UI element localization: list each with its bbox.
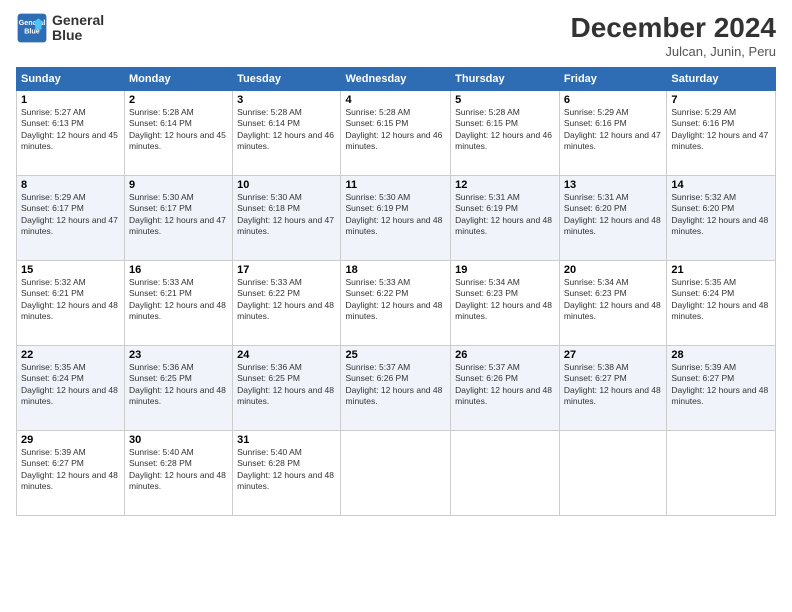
day-26: 26 Sunrise: 5:37 AMSunset: 6:26 PMDaylig… xyxy=(451,346,560,431)
col-wednesday: Wednesday xyxy=(341,68,451,91)
logo-line2: Blue xyxy=(52,28,104,43)
day-24: 24 Sunrise: 5:36 AMSunset: 6:25 PMDaylig… xyxy=(233,346,341,431)
calendar: Sunday Monday Tuesday Wednesday Thursday… xyxy=(16,67,776,516)
day-20: 20 Sunrise: 5:34 AMSunset: 6:23 PMDaylig… xyxy=(559,261,666,346)
col-saturday: Saturday xyxy=(667,68,776,91)
day-9: 9 Sunrise: 5:30 AMSunset: 6:17 PMDayligh… xyxy=(125,176,233,261)
week-row-1: 1 Sunrise: 5:27 AMSunset: 6:13 PMDayligh… xyxy=(17,91,776,176)
col-friday: Friday xyxy=(559,68,666,91)
day-29: 29 Sunrise: 5:39 AMSunset: 6:27 PMDaylig… xyxy=(17,431,125,516)
weekday-header-row: Sunday Monday Tuesday Wednesday Thursday… xyxy=(17,68,776,91)
day-6: 6 Sunrise: 5:29 AMSunset: 6:16 PMDayligh… xyxy=(559,91,666,176)
logo: General Blue General Blue xyxy=(16,12,104,44)
day-25: 25 Sunrise: 5:37 AMSunset: 6:26 PMDaylig… xyxy=(341,346,451,431)
day-21: 21 Sunrise: 5:35 AMSunset: 6:24 PMDaylig… xyxy=(667,261,776,346)
day-2: 2 Sunrise: 5:28 AMSunset: 6:14 PMDayligh… xyxy=(125,91,233,176)
empty-2 xyxy=(451,431,560,516)
day-11: 11 Sunrise: 5:30 AMSunset: 6:19 PMDaylig… xyxy=(341,176,451,261)
month-title: December 2024 xyxy=(571,12,776,44)
day-16: 16 Sunrise: 5:33 AMSunset: 6:21 PMDaylig… xyxy=(125,261,233,346)
day-28: 28 Sunrise: 5:39 AMSunset: 6:27 PMDaylig… xyxy=(667,346,776,431)
empty-1 xyxy=(341,431,451,516)
col-thursday: Thursday xyxy=(451,68,560,91)
day-19: 19 Sunrise: 5:34 AMSunset: 6:23 PMDaylig… xyxy=(451,261,560,346)
day-27: 27 Sunrise: 5:38 AMSunset: 6:27 PMDaylig… xyxy=(559,346,666,431)
logo-line1: General xyxy=(52,13,104,28)
location: Julcan, Junin, Peru xyxy=(571,44,776,59)
day-12: 12 Sunrise: 5:31 AMSunset: 6:19 PMDaylig… xyxy=(451,176,560,261)
day-18: 18 Sunrise: 5:33 AMSunset: 6:22 PMDaylig… xyxy=(341,261,451,346)
col-monday: Monday xyxy=(125,68,233,91)
empty-3 xyxy=(559,431,666,516)
day-30: 30 Sunrise: 5:40 AMSunset: 6:28 PMDaylig… xyxy=(125,431,233,516)
day-31: 31 Sunrise: 5:40 AMSunset: 6:28 PMDaylig… xyxy=(233,431,341,516)
day-4: 4 Sunrise: 5:28 AMSunset: 6:15 PMDayligh… xyxy=(341,91,451,176)
col-tuesday: Tuesday xyxy=(233,68,341,91)
title-area: December 2024 Julcan, Junin, Peru xyxy=(571,12,776,59)
day-10: 10 Sunrise: 5:30 AMSunset: 6:18 PMDaylig… xyxy=(233,176,341,261)
day-23: 23 Sunrise: 5:36 AMSunset: 6:25 PMDaylig… xyxy=(125,346,233,431)
day-17: 17 Sunrise: 5:33 AMSunset: 6:22 PMDaylig… xyxy=(233,261,341,346)
logo-icon: General Blue xyxy=(16,12,48,44)
header: General Blue General Blue December 2024 … xyxy=(16,12,776,59)
week-row-5: 29 Sunrise: 5:39 AMSunset: 6:27 PMDaylig… xyxy=(17,431,776,516)
empty-4 xyxy=(667,431,776,516)
week-row-2: 8 Sunrise: 5:29 AMSunset: 6:17 PMDayligh… xyxy=(17,176,776,261)
day-5: 5 Sunrise: 5:28 AMSunset: 6:15 PMDayligh… xyxy=(451,91,560,176)
page: General Blue General Blue December 2024 … xyxy=(0,0,792,612)
day-7: 7 Sunrise: 5:29 AMSunset: 6:16 PMDayligh… xyxy=(667,91,776,176)
day-14: 14 Sunrise: 5:32 AMSunset: 6:20 PMDaylig… xyxy=(667,176,776,261)
day-15: 15 Sunrise: 5:32 AMSunset: 6:21 PMDaylig… xyxy=(17,261,125,346)
day-22: 22 Sunrise: 5:35 AMSunset: 6:24 PMDaylig… xyxy=(17,346,125,431)
day-8: 8 Sunrise: 5:29 AMSunset: 6:17 PMDayligh… xyxy=(17,176,125,261)
week-row-4: 22 Sunrise: 5:35 AMSunset: 6:24 PMDaylig… xyxy=(17,346,776,431)
day-13: 13 Sunrise: 5:31 AMSunset: 6:20 PMDaylig… xyxy=(559,176,666,261)
week-row-3: 15 Sunrise: 5:32 AMSunset: 6:21 PMDaylig… xyxy=(17,261,776,346)
logo-text: General Blue xyxy=(52,13,104,44)
day-3: 3 Sunrise: 5:28 AMSunset: 6:14 PMDayligh… xyxy=(233,91,341,176)
day-1: 1 Sunrise: 5:27 AMSunset: 6:13 PMDayligh… xyxy=(17,91,125,176)
col-sunday: Sunday xyxy=(17,68,125,91)
